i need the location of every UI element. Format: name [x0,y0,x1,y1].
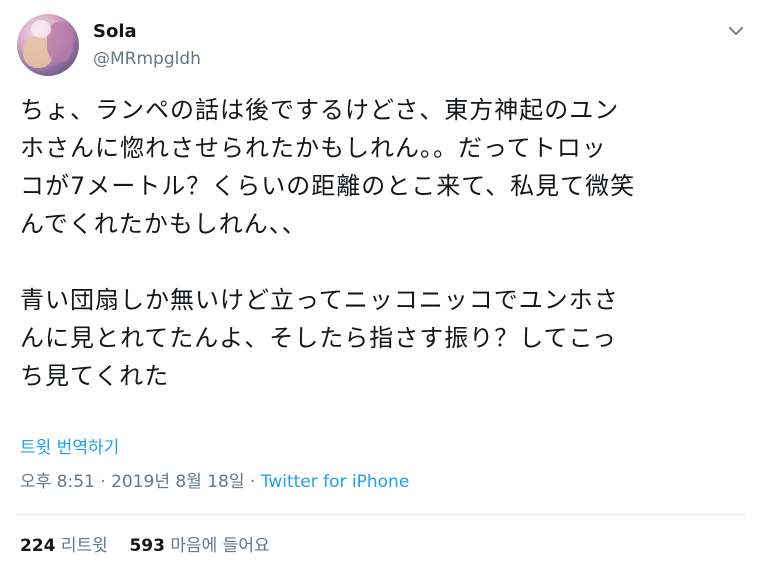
meta-separator: · [94,472,112,492]
meta-separator: · [244,472,261,492]
tweet-time[interactable]: 오후 8:51 [20,472,95,492]
tweet-text-line: ち見てくれた [20,362,170,390]
tweet-text-line: んに見とれてたんよ、そしたら指さす振り？してこっ [20,324,617,352]
retweets-stat[interactable]: 224 리트윗 [20,536,108,556]
chevron-down-icon[interactable] [725,20,747,42]
likes-label: 마음에 들어요 [170,536,270,556]
tweet-card: Sola @MRmpgldh ちょ、ランペの話は後でするけどさ、東方神起のユン … [0,0,764,564]
tweet-text-line: ちょ、ランペの話は後でするけどさ、東方神起のユン [20,96,620,124]
user-avatar[interactable] [17,14,79,76]
tweet-text-line: んでくれたかもしれん、、 [20,210,307,238]
tweet-source-link[interactable]: Twitter for iPhone [261,472,410,492]
avatar-shape [31,20,51,38]
retweets-label: 리트윗 [60,536,108,556]
tweet-text-line: ホさんに惚れさせられたかもしれん。。だってトロッ [20,134,607,162]
translate-tweet-link[interactable]: 트윗 번역하기 [20,437,119,459]
tweet-text-line: コが7メートル？くらいの距離のとこ来て、私見て微笑 [20,172,636,200]
user-display-name[interactable]: Sola [93,20,137,44]
retweets-count: 224 [20,536,56,556]
likes-count: 593 [129,536,165,556]
divider [16,514,746,515]
tweet-meta: 오후 8:51 · 2019년 8월 18일 · Twitter for iPh… [20,471,409,493]
user-handle[interactable]: @MRmpgldh [93,48,201,70]
tweet-date[interactable]: 2019년 8월 18일 [111,472,244,492]
tweet-text-line: 青い団扇しか無いけど立ってニッコニッコでユンホさ [20,286,619,314]
likes-stat[interactable]: 593 마음에 들어요 [129,536,269,556]
chevron-down-icon-svg [729,27,743,35]
tweet-text: ちょ、ランペの話は後でするけどさ、東方神起のユン ホさんに惚れさせられたかもしれ… [20,91,750,395]
tweet-stats: 224 리트윗 593 마음에 들어요 [20,535,270,557]
